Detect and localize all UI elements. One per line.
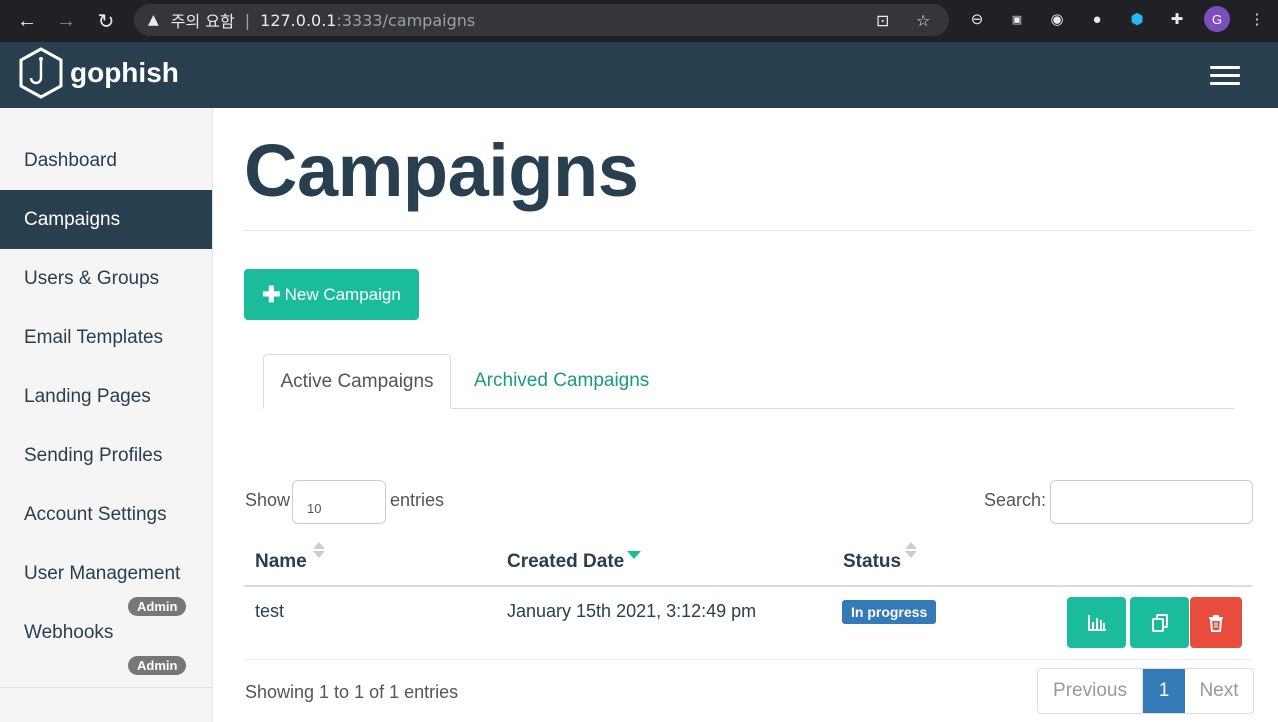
column-header-created-date[interactable]: Created Date [507, 551, 624, 573]
trash-icon [1209, 614, 1223, 632]
address-separator: | [244, 10, 251, 30]
new-campaign-button[interactable]: ✚ New Campaign [244, 269, 419, 320]
column-header-status[interactable]: Status [843, 551, 901, 573]
title-divider [244, 230, 1253, 231]
sidebar-item-dashboard[interactable]: Dashboard [0, 131, 212, 190]
cube-extension-icon[interactable]: ⬢ [1126, 8, 1148, 30]
star-icon[interactable]: ☆ [916, 11, 930, 30]
url-host: 127.0.0.1 [260, 10, 337, 30]
show-label: Show [245, 490, 291, 510]
pagination-page-1[interactable]: 1 [1143, 669, 1185, 713]
bar-chart-icon [1087, 614, 1106, 631]
warning-icon: ▲ [148, 12, 159, 28]
row-divider [244, 659, 1252, 660]
sidebar-item-account-settings[interactable]: Account Settings [0, 485, 212, 544]
admin-badge: Admin [128, 656, 187, 675]
profile-avatar[interactable]: G [1204, 6, 1230, 32]
copy-icon [1151, 613, 1168, 632]
search-input[interactable] [1050, 480, 1253, 524]
view-results-button[interactable] [1067, 597, 1126, 648]
h-extension-icon[interactable]: ▣ [1006, 8, 1028, 30]
puzzle-icon[interactable]: ✚ [1166, 8, 1188, 30]
sidebar-item-users-groups[interactable]: Users & Groups [0, 249, 212, 308]
back-icon[interactable]: ← [13, 7, 41, 35]
block-extension-icon[interactable]: ⊖ [966, 8, 988, 30]
table-info: Showing 1 to 1 of 1 entries [245, 682, 459, 702]
sidebar-item-landing-pages[interactable]: Landing Pages [0, 367, 212, 426]
pagination: Previous 1 Next [1037, 668, 1254, 714]
sidebar-item-campaigns[interactable]: Campaigns [0, 190, 212, 249]
security-warning: 주의 요함 [170, 12, 235, 31]
entries-length-select[interactable]: 10 [292, 480, 386, 524]
forward-icon[interactable]: → [52, 7, 80, 35]
page-title: Campaigns [244, 129, 639, 212]
tab-active-campaigns[interactable]: Active Campaigns [263, 354, 451, 409]
plus-icon: ✚ [262, 281, 281, 307]
sidebar-item-user-management[interactable]: User Management [0, 544, 212, 603]
pagination-next[interactable]: Next [1185, 669, 1253, 713]
mask-extension-icon[interactable]: ◉ [1046, 8, 1068, 30]
sidebar-item-email-templates[interactable]: Email Templates [0, 308, 212, 367]
sidebar-item-webhooks[interactable]: Webhooks [0, 603, 212, 662]
delete-campaign-button[interactable] [1190, 597, 1242, 648]
app-navbar: gophish [0, 42, 1278, 108]
campaign-name-cell: test [255, 601, 285, 621]
menu-dots-icon[interactable]: ⋮ [1246, 8, 1268, 30]
url-path: :3333/campaigns [336, 10, 476, 30]
spy-extension-icon[interactable]: ● [1086, 8, 1108, 30]
sort-desc-icon[interactable] [627, 551, 641, 559]
sidebar: Dashboard Campaigns Users & Groups Email… [0, 108, 213, 722]
column-header-name[interactable]: Name [255, 551, 307, 573]
sidebar-divider [0, 687, 212, 688]
status-badge: In progress [842, 600, 937, 624]
translate-icon[interactable]: ⊡ [876, 11, 889, 30]
new-campaign-label: New Campaign [284, 284, 401, 304]
sort-icon[interactable] [905, 542, 917, 558]
search-label: Search: [984, 490, 1047, 510]
brand-name: gophish [70, 57, 179, 88]
tab-archived-campaigns[interactable]: Archived Campaigns [474, 370, 649, 392]
copy-campaign-button[interactable] [1130, 597, 1189, 648]
header-divider [244, 585, 1252, 587]
pagination-previous[interactable]: Previous [1038, 669, 1143, 713]
hamburger-menu-icon[interactable] [1210, 66, 1240, 86]
brand-link[interactable]: gophish [18, 46, 179, 100]
gophish-logo-icon [19, 47, 63, 99]
sidebar-item-sending-profiles[interactable]: Sending Profiles [0, 426, 212, 485]
entries-label: entries [390, 490, 445, 510]
address-bar[interactable]: ▲ 주의 요함 | 127.0.0.1:3333/campaigns ⊡ ☆ [134, 4, 949, 36]
browser-toolbar: ← → ↻ ▲ 주의 요함 | 127.0.0.1:3333/campaigns… [0, 0, 1278, 42]
sort-icon[interactable] [313, 542, 325, 558]
created-date-cell: January 15th 2021, 3:12:49 pm [507, 601, 757, 621]
reload-icon[interactable]: ↻ [92, 7, 120, 35]
